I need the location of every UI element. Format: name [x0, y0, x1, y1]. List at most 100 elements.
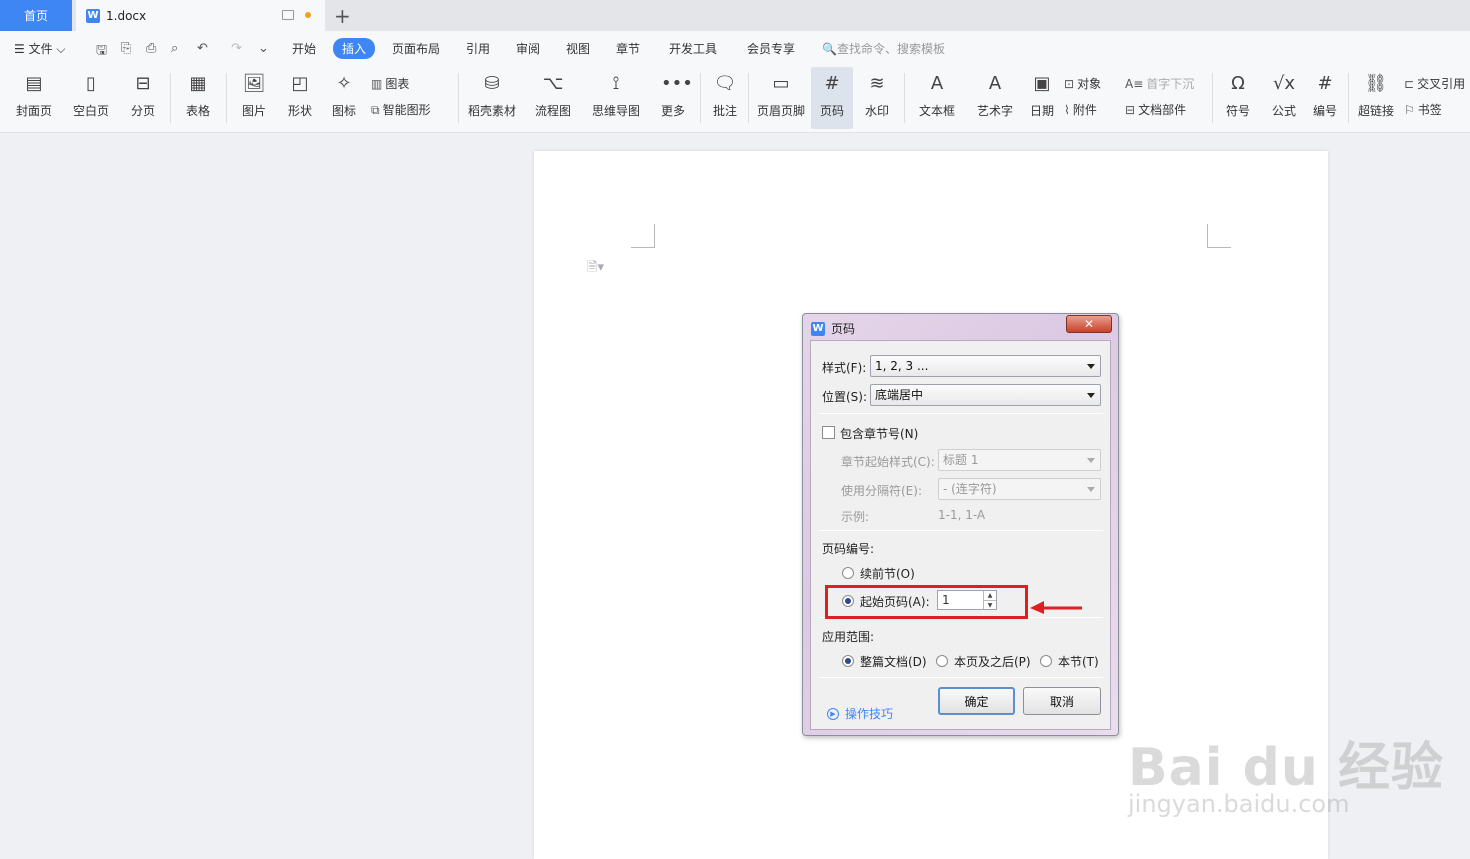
position-select[interactable]: 底端居中	[870, 384, 1101, 406]
cover-page-button[interactable]: ▤ 封面页	[10, 67, 58, 129]
hyperlink-button[interactable]: ⛓ 超链接	[1354, 67, 1398, 129]
watermark-icon: ≋	[869, 73, 885, 94]
paragraph-layout-icon[interactable]: 🗎▾	[587, 258, 604, 280]
page-number-icon: #	[824, 73, 840, 94]
position-label: 位置(S):	[822, 390, 868, 404]
apply-whole-radio[interactable]	[842, 655, 854, 667]
object-button[interactable]: ⊡ 对象	[1064, 75, 1101, 92]
numbering-section-label: 页码编号:	[822, 542, 875, 556]
watermark-button[interactable]: ≋ 水印	[857, 67, 897, 129]
redo-icon[interactable]: ↷	[231, 41, 242, 56]
export-pdf-icon[interactable]: ⎘	[121, 41, 131, 56]
cover-page-icon: ▤	[25, 73, 43, 94]
file-menu[interactable]: ☰ 文件 ⌵	[14, 40, 65, 57]
save-icon[interactable]: 🖫	[96, 41, 107, 63]
flowchart-icon: ⌥	[542, 73, 564, 94]
continue-prev-radio[interactable]	[842, 567, 854, 579]
textbox-button[interactable]: A 文本框	[912, 67, 962, 129]
apply-after-radio[interactable]	[936, 655, 948, 667]
blank-page-button[interactable]: ▯ 空白页	[66, 67, 116, 129]
tab-devtools[interactable]: 开发工具	[669, 40, 717, 57]
dropcap-button[interactable]: A≡ 首字下沉	[1125, 75, 1194, 92]
page-break-button[interactable]: ⊟ 分页	[124, 67, 162, 129]
symbol-button[interactable]: Ω 符号	[1218, 67, 1258, 129]
material-icon: ⛁	[484, 73, 500, 94]
print-icon[interactable]: ⎙	[146, 41, 156, 56]
separator-label: 使用分隔符(E):	[841, 484, 922, 498]
wps-writer-icon: W	[86, 8, 100, 23]
picture-icon: 🖼	[242, 73, 266, 94]
apply-after-label: 本页及之后(P)	[954, 655, 1031, 669]
tips-link[interactable]: ▶ 操作技巧	[827, 705, 893, 722]
formula-icon: √x	[1272, 73, 1296, 94]
tab-start[interactable]: 开始	[292, 40, 316, 57]
tab-references[interactable]: 引用	[466, 40, 490, 57]
close-button[interactable]: ✕	[1066, 315, 1112, 333]
ribbon-separator	[748, 73, 749, 123]
monitor-icon[interactable]	[282, 10, 294, 20]
crossref-icon: ⊏	[1404, 77, 1415, 91]
chapter-style-select[interactable]: 标题 1	[938, 449, 1101, 471]
object-icon: ⊡	[1064, 77, 1075, 91]
ribbon-insert: ▤ 封面页 ▯ 空白页 ⊟ 分页 ▦ 表格 🖼 图片 ◰ 形状 ✧ 图标 ▥ 图表 ⧉ 智能图形 …	[0, 67, 1470, 133]
chevron-down-icon	[1087, 364, 1095, 369]
cancel-button[interactable]: 取消	[1023, 687, 1101, 715]
chart-button[interactable]: ▥ 图表	[371, 75, 409, 92]
tab-document[interactable]: W 1.docx	[76, 0, 325, 31]
formula-button[interactable]: √x 公式	[1264, 67, 1304, 129]
baidu-watermark: Bai du 经验	[1128, 738, 1444, 798]
tab-review[interactable]: 审阅	[516, 40, 540, 57]
wordart-icon: A	[988, 73, 1002, 94]
smartart-button[interactable]: ⧉ 智能图形	[371, 101, 431, 118]
date-button[interactable]: ▣ 日期	[1026, 67, 1058, 129]
page-corner-mark-right	[1207, 224, 1231, 248]
command-search[interactable]: 🔍查找命令、搜索模板	[822, 40, 945, 57]
tab-home[interactable]: 首页	[0, 0, 72, 31]
picture-button[interactable]: 🖼 图片	[234, 67, 274, 129]
bookmark-button[interactable]: ⚐ 书签	[1404, 101, 1442, 118]
attachment-button[interactable]: ⌇ 附件	[1064, 101, 1097, 118]
page-number-button[interactable]: # 页码	[811, 67, 853, 129]
undo-icon[interactable]: ↶	[197, 41, 208, 56]
link-icon: ⛓	[1364, 73, 1388, 94]
material-button[interactable]: ⛁ 稻壳素材	[466, 67, 518, 129]
dialog-body: 样式(F): 1, 2, 3 ... 位置(S): 底端居中 包含章节号(N) …	[810, 340, 1111, 730]
tab-view[interactable]: 视图	[566, 40, 590, 57]
example-label: 示例:	[841, 510, 870, 524]
ribbon-separator	[700, 73, 701, 123]
new-tab-button[interactable]: +	[334, 4, 351, 28]
print-preview-icon[interactable]: ⌕	[171, 41, 178, 56]
apply-section-radio[interactable]	[1040, 655, 1052, 667]
crossref-button[interactable]: ⊏ 交叉引用	[1404, 75, 1465, 92]
dialog-titlebar: W 页码	[811, 320, 855, 337]
icons-button[interactable]: ✧ 图标	[325, 67, 363, 129]
flowchart-button[interactable]: ⌥ 流程图	[528, 67, 578, 129]
tab-bar: 首页 W 1.docx +	[0, 0, 1470, 31]
play-icon: ▶	[827, 707, 839, 720]
include-chapter-checkbox[interactable]	[822, 426, 835, 439]
tab-layout[interactable]: 页面布局	[392, 40, 440, 57]
header-footer-button[interactable]: ▭ 页眉页脚	[754, 67, 808, 129]
customize-icon[interactable]: ⌄	[258, 41, 269, 56]
shape-button[interactable]: ◰ 形状	[280, 67, 320, 129]
ok-button[interactable]: 确定	[938, 687, 1015, 715]
comment-button[interactable]: 🗨 批注	[708, 67, 742, 129]
wps-writer-icon: W	[811, 321, 825, 336]
table-button[interactable]: ▦ 表格	[178, 67, 218, 129]
chapter-style-label: 章节起始样式(C):	[841, 455, 935, 469]
apply-section-label: 本节(T)	[1058, 655, 1099, 669]
style-select[interactable]: 1, 2, 3 ...	[870, 355, 1101, 377]
docparts-button[interactable]: ⊟ 文档部件	[1125, 101, 1186, 118]
mindmap-button[interactable]: ⟟ 思维导图	[586, 67, 646, 129]
more-button[interactable]: ••• 更多	[654, 67, 693, 129]
paperclip-icon: ⌇	[1064, 103, 1070, 117]
numbering-button[interactable]: # 编号	[1308, 67, 1342, 129]
separator-select[interactable]: - (连字符)	[938, 478, 1101, 500]
apply-whole-label: 整篇文档(D)	[860, 655, 927, 669]
style-label: 样式(F):	[822, 361, 867, 375]
tab-insert[interactable]: 插入	[333, 38, 376, 59]
tab-member[interactable]: 会员专享	[747, 40, 795, 57]
apply-scope-label: 应用范围:	[822, 630, 875, 644]
wordart-button[interactable]: A 艺术字	[970, 67, 1020, 129]
tab-chapter[interactable]: 章节	[616, 40, 640, 57]
